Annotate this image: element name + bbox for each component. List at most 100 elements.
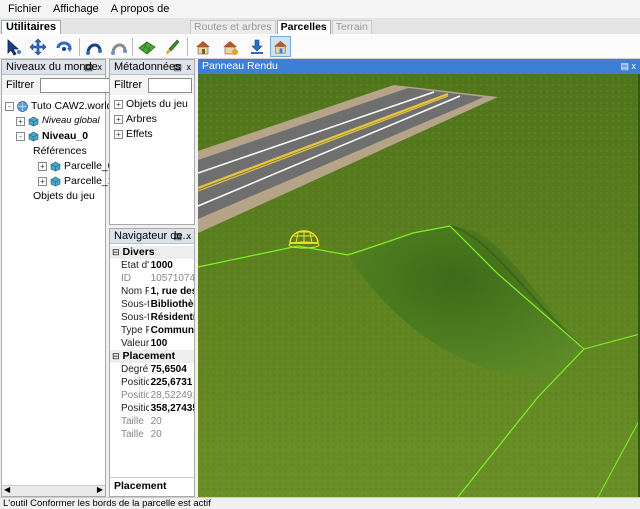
metadata-item[interactable]: + Objets du jeu bbox=[114, 97, 188, 111]
property-category[interactable]: ⊟ Divers bbox=[110, 246, 194, 259]
tree-node-label: Parcelle_0 bbox=[64, 160, 114, 172]
property-row[interactable]: Taille 20 bbox=[110, 428, 194, 441]
navigator-panel-title: Navigateur de... ▤ x bbox=[110, 229, 194, 244]
road-curve-icon[interactable] bbox=[83, 36, 104, 57]
cube-icon bbox=[28, 131, 39, 142]
tree-node[interactable]: - Niveau_0 bbox=[16, 129, 88, 143]
property-value[interactable]: 358,27435 bbox=[149, 402, 194, 415]
property-value[interactable]: 1000 bbox=[149, 259, 194, 272]
tree-node-label: Tuto CAW2.world bbox=[31, 100, 113, 112]
metadata-item[interactable]: + Effets bbox=[114, 127, 153, 141]
panel-pin-close-icon[interactable]: ▤ x bbox=[173, 229, 192, 243]
tab-terrain[interactable]: Terrain bbox=[331, 20, 372, 34]
property-key: ID bbox=[121, 273, 131, 284]
property-row[interactable]: Valeur 100 bbox=[110, 337, 194, 350]
property-value[interactable]: Bibliothèqu bbox=[149, 298, 194, 311]
property-row[interactable]: Nom F1, rue des l bbox=[110, 285, 194, 298]
levels-tree: - Tuto CAW2.world + Niveau global - Niveau_0 R… bbox=[2, 95, 114, 475]
expand-icon[interactable]: + bbox=[114, 99, 123, 109]
property-row[interactable]: Positic 358,27435 bbox=[110, 402, 194, 415]
metadata-item[interactable]: + Arbres bbox=[114, 112, 157, 126]
property-value[interactable]: Résidentie bbox=[149, 311, 194, 324]
property-value[interactable]: 20 bbox=[149, 415, 194, 428]
property-row[interactable]: ID 10571074 bbox=[110, 272, 194, 285]
brush-tree-icon[interactable] bbox=[161, 36, 182, 57]
move-arrows-icon[interactable] bbox=[27, 36, 48, 57]
metadata-tree: + Objets du jeu + Arbres + Effets bbox=[110, 95, 194, 215]
tree-node[interactable]: + Parcelle_0 bbox=[38, 159, 114, 173]
cube-icon bbox=[50, 176, 61, 187]
expand-icon[interactable]: + bbox=[38, 161, 47, 171]
property-value[interactable]: Communa bbox=[149, 324, 194, 337]
property-key: Sous-t bbox=[121, 299, 149, 310]
property-row[interactable]: Sous-tRésidentie bbox=[110, 311, 194, 324]
tree-node[interactable]: Références bbox=[27, 144, 87, 158]
property-grid: ⊟ Divers Etat d' 1000 ID 10571074 Nom F 1, rue … bbox=[110, 244, 194, 441]
tree-node[interactable]: + Niveau global bbox=[16, 114, 100, 128]
select-arrow-icon[interactable] bbox=[3, 36, 24, 57]
property-row[interactable]: Taille 20 bbox=[110, 415, 194, 428]
property-key: Nom F bbox=[121, 286, 149, 297]
tab-strip: Utilitaires Routes et arbres Parcelles T… bbox=[0, 18, 640, 35]
menu-view[interactable]: Affichage bbox=[47, 3, 105, 15]
tree-node[interactable]: - Tuto CAW2.world bbox=[5, 99, 113, 113]
property-row[interactable]: Sous-tBibliothèqu bbox=[110, 298, 194, 311]
tree-node-label: Niveau global bbox=[42, 115, 100, 126]
property-value[interactable]: 225,6731 bbox=[149, 376, 194, 389]
expand-icon[interactable]: + bbox=[114, 114, 123, 124]
metadata-panel-title-text: Métadonnées bbox=[114, 61, 181, 73]
property-value[interactable]: 10571074 bbox=[149, 272, 194, 285]
collapse-icon[interactable]: ⊟ bbox=[112, 350, 120, 363]
metadata-panel: Métadonnées ▤ x Filtrer + Objets du jeu + A… bbox=[109, 59, 195, 225]
navigator-footer: Placement bbox=[114, 480, 167, 492]
house-paint-icon[interactable] bbox=[219, 36, 240, 57]
panel-pin-close-icon[interactable]: ▤ x bbox=[620, 59, 636, 74]
expand-icon[interactable]: + bbox=[16, 116, 25, 126]
road-curve-grey-icon[interactable] bbox=[108, 36, 129, 57]
status-bar: L'outil Conformer les bords de la parcel… bbox=[0, 497, 640, 509]
grid-paint-icon[interactable] bbox=[136, 36, 157, 57]
property-row[interactable]: Type FCommuna bbox=[110, 324, 194, 337]
expand-icon[interactable]: + bbox=[38, 176, 47, 186]
collapse-icon[interactable]: - bbox=[5, 101, 14, 111]
menu-file[interactable]: Fichier bbox=[0, 3, 47, 15]
panel-pin-close-icon[interactable]: ▤ x bbox=[173, 60, 192, 74]
property-key: Sous-t bbox=[121, 312, 149, 323]
property-row[interactable]: Positic 225,6731 bbox=[110, 376, 194, 389]
property-row[interactable]: Degré 75,6504 bbox=[110, 363, 194, 376]
render-viewport[interactable] bbox=[198, 59, 640, 497]
menu-about[interactable]: A propos de bbox=[105, 3, 176, 15]
panel-pin-close-icon[interactable]: ▤ x bbox=[84, 60, 103, 74]
metadata-filter-row: Filtrer bbox=[110, 75, 194, 95]
property-value[interactable]: 75,6504 bbox=[149, 363, 194, 376]
house-icon[interactable] bbox=[192, 36, 213, 57]
collapse-icon[interactable]: ⊟ bbox=[112, 246, 120, 259]
tab-routes-arbres[interactable]: Routes et arbres bbox=[190, 20, 276, 34]
property-row[interactable]: Positic 28,522491 bbox=[110, 389, 194, 402]
tab-utilitaires[interactable]: Utilitaires bbox=[1, 20, 62, 35]
levels-filter-row: Filtrer bbox=[2, 75, 111, 95]
property-value[interactable]: 20 bbox=[149, 428, 194, 441]
toolbar-separator bbox=[132, 38, 133, 56]
levels-hscroll[interactable]: ◀ ▶ bbox=[2, 485, 105, 496]
property-key: Positic bbox=[121, 403, 149, 414]
collapse-icon[interactable]: - bbox=[16, 131, 25, 141]
metadata-filter-input[interactable] bbox=[148, 77, 193, 93]
download-arrow-icon[interactable] bbox=[246, 36, 267, 57]
metadata-filter-label: Filtrer bbox=[114, 79, 143, 91]
house-selected-icon[interactable] bbox=[270, 36, 291, 57]
property-row[interactable]: Etat d' 1000 bbox=[110, 259, 194, 272]
levels-panel: Niveaux du monde ▤ x Filtrer - Tuto CAW2.… bbox=[1, 59, 114, 497]
property-category[interactable]: ⊟ Placement bbox=[110, 350, 194, 363]
rotate-icon[interactable] bbox=[53, 36, 74, 57]
levels-panel-title: Niveaux du monde ▤ x bbox=[2, 60, 105, 75]
property-value[interactable]: 1, rue des l bbox=[149, 285, 194, 298]
levels-filter-input[interactable] bbox=[40, 77, 111, 93]
tree-node[interactable]: Objets du jeu bbox=[27, 189, 95, 203]
property-value[interactable]: 100 bbox=[149, 337, 194, 350]
tab-parcelles[interactable]: Parcelles bbox=[276, 20, 331, 34]
property-value[interactable]: 28,522491 bbox=[149, 389, 194, 402]
expand-icon[interactable]: + bbox=[114, 129, 123, 139]
metadata-panel-title: Métadonnées ▤ x bbox=[110, 60, 194, 75]
tree-node[interactable]: + Parcelle_1 bbox=[38, 174, 114, 188]
